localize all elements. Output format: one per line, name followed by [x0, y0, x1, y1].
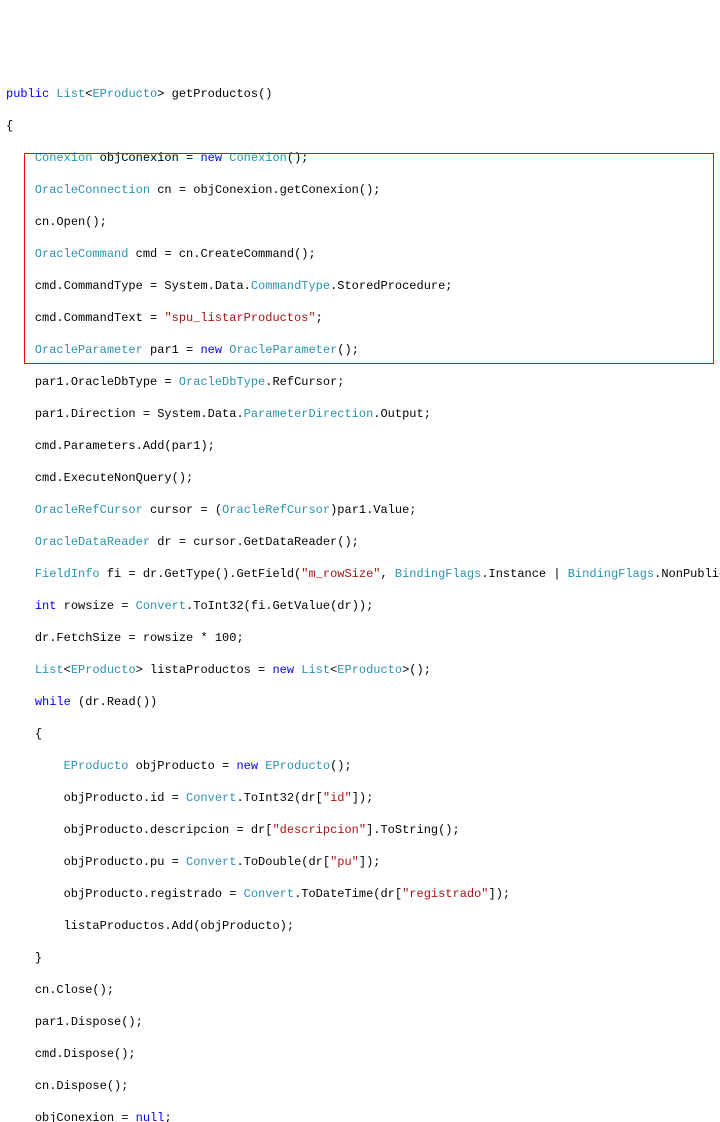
type: Convert [136, 599, 186, 613]
code-line: par1.OracleDbType = OracleDbType.RefCurs… [6, 374, 714, 390]
type: OracleCommand [35, 247, 129, 261]
code-line: int rowsize = Convert.ToInt32(fi.GetValu… [6, 598, 714, 614]
string: "registrado" [402, 887, 488, 901]
type: EProducto [265, 759, 330, 773]
code-line: Conexion objConexion = new Conexion(); [6, 150, 714, 166]
type: OracleRefCursor [222, 503, 330, 517]
code-line: cn.Close(); [6, 982, 714, 998]
type: EProducto [92, 87, 157, 101]
keyword: new [236, 759, 258, 773]
type: BindingFlags [568, 567, 654, 581]
type: EProducto [71, 663, 136, 677]
type: EProducto [337, 663, 402, 677]
type: OracleParameter [35, 343, 143, 357]
code-line: OracleDataReader dr = cursor.GetDataRead… [6, 534, 714, 550]
code-line: objProducto.descripcion = dr["descripcio… [6, 822, 714, 838]
code-line: while (dr.Read()) [6, 694, 714, 710]
code-line: { [6, 118, 714, 134]
type: OracleDbType [179, 375, 265, 389]
code-line: cn.Open(); [6, 214, 714, 230]
string: "spu_listarProductos" [164, 311, 315, 325]
type: List [56, 87, 85, 101]
type: BindingFlags [395, 567, 481, 581]
type: Conexion [35, 151, 93, 165]
string: "m_rowSize" [301, 567, 380, 581]
string: "descripcion" [272, 823, 366, 837]
code-line: par1.Direction = System.Data.ParameterDi… [6, 406, 714, 422]
code-line: OracleParameter par1 = new OracleParamet… [6, 342, 714, 358]
code-line: } [6, 950, 714, 966]
keyword: new [200, 151, 222, 165]
type: FieldInfo [35, 567, 100, 581]
type: OracleParameter [229, 343, 337, 357]
code-line: cmd.CommandType = System.Data.CommandTyp… [6, 278, 714, 294]
keyword: new [200, 343, 222, 357]
code-line: cn.Dispose(); [6, 1078, 714, 1094]
type: CommandType [251, 279, 330, 293]
type: ParameterDirection [244, 407, 374, 421]
type: List [35, 663, 64, 677]
type: List [301, 663, 330, 677]
code-line: cmd.Parameters.Add(par1); [6, 438, 714, 454]
type: OracleConnection [35, 183, 150, 197]
code-block: public List<EProducto> getProductos() { … [6, 70, 714, 1122]
code-line: objConexion = null; [6, 1110, 714, 1122]
type: Conexion [229, 151, 287, 165]
code-line: { [6, 726, 714, 742]
keyword: while [35, 695, 71, 709]
code-line: listaProductos.Add(objProducto); [6, 918, 714, 934]
type: OracleDataReader [35, 535, 150, 549]
keyword: public [6, 87, 49, 101]
code-line: public List<EProducto> getProductos() [6, 86, 714, 102]
code-line: objProducto.id = Convert.ToInt32(dr["id"… [6, 790, 714, 806]
string: "id" [323, 791, 352, 805]
code-line: cmd.CommandText = "spu_listarProductos"; [6, 310, 714, 326]
keyword: int [35, 599, 57, 613]
code-line: dr.FetchSize = rowsize * 100; [6, 630, 714, 646]
code-line: FieldInfo fi = dr.GetType().GetField("m_… [6, 566, 714, 582]
string: "pu" [330, 855, 359, 869]
code-line: OracleRefCursor cursor = (OracleRefCurso… [6, 502, 714, 518]
code-line: OracleCommand cmd = cn.CreateCommand(); [6, 246, 714, 262]
keyword: null [136, 1111, 165, 1122]
code-line: List<EProducto> listaProductos = new Lis… [6, 662, 714, 678]
code-line: objProducto.registrado = Convert.ToDateT… [6, 886, 714, 902]
keyword: new [272, 663, 294, 677]
type: Convert [186, 855, 236, 869]
type: OracleRefCursor [35, 503, 143, 517]
code-line: par1.Dispose(); [6, 1014, 714, 1030]
code-line: objProducto.pu = Convert.ToDouble(dr["pu… [6, 854, 714, 870]
code-line: EProducto objProducto = new EProducto(); [6, 758, 714, 774]
code-line: OracleConnection cn = objConexion.getCon… [6, 182, 714, 198]
type: Convert [186, 791, 236, 805]
code-line: cmd.ExecuteNonQuery(); [6, 470, 714, 486]
code-line: cmd.Dispose(); [6, 1046, 714, 1062]
text: > getProductos() [157, 87, 272, 101]
type: EProducto [64, 759, 129, 773]
type: Convert [244, 887, 294, 901]
